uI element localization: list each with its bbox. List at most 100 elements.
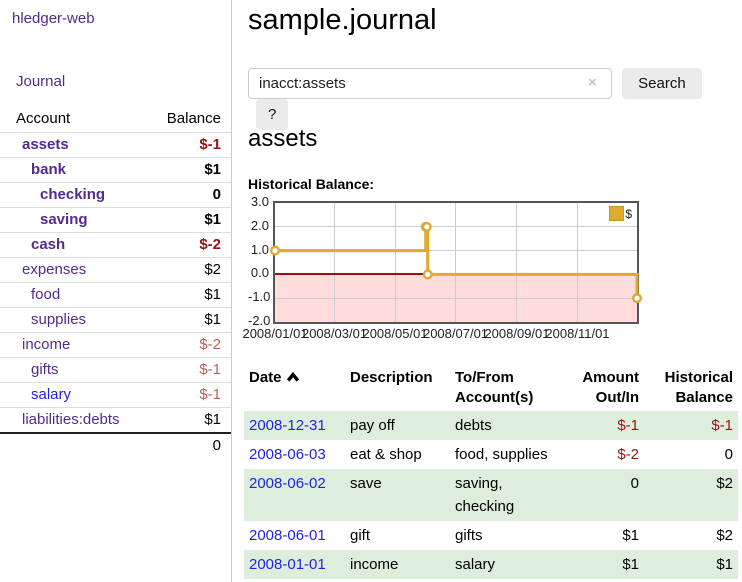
account-balance: $-1: [143, 383, 231, 408]
account-link-checking[interactable]: checking: [40, 186, 105, 203]
account-balance: $-2: [143, 233, 231, 258]
account-link-income[interactable]: income: [22, 336, 70, 353]
register-header-description: Description: [345, 365, 450, 411]
register-header-amount: Amount Out/In: [568, 365, 644, 411]
legend-swatch-icon: [609, 206, 624, 221]
accounts-header-line1: To/From: [455, 368, 563, 388]
accounts-header-account: Account: [0, 106, 143, 133]
search-button[interactable]: Search: [622, 68, 702, 99]
account-row-gifts: gifts $-1: [0, 358, 231, 383]
x-axis-tick-label: 2008/03/01: [302, 326, 367, 341]
transaction-accounts: food, supplies: [450, 440, 568, 469]
transaction-accounts: saving, checking: [450, 469, 568, 521]
register-header-accounts: To/From Account(s): [450, 365, 568, 411]
transaction-date-link[interactable]: 2008-06-02: [249, 475, 326, 492]
account-link-supplies[interactable]: supplies: [31, 311, 86, 328]
account-link-cash[interactable]: cash: [31, 236, 65, 253]
register-header-date[interactable]: Date: [244, 365, 345, 411]
y-axis-tick-label: 1.0: [248, 242, 269, 257]
transaction-description: pay off: [345, 411, 450, 440]
transaction-date-link[interactable]: 2008-06-03: [249, 446, 326, 463]
account-balance: $1: [143, 158, 231, 183]
transaction-balance: $2: [644, 469, 738, 521]
x-axis-tick-label: 2008/11/01: [545, 326, 609, 341]
chart-title: Historical Balance:: [248, 176, 742, 192]
sidebar-item-journal[interactable]: Journal: [16, 73, 231, 90]
transaction-accounts: gifts: [450, 521, 568, 550]
help-button[interactable]: ?: [256, 99, 288, 130]
transaction-row: 2008-06-03 eat & shop food, supplies $-2…: [244, 440, 738, 469]
transaction-amount: $-2: [568, 440, 644, 469]
balance-header-line2: Balance: [649, 388, 733, 408]
accounts-total-value: 0: [143, 433, 231, 458]
transaction-row: 2008-06-02 save saving, checking 0 $2: [244, 469, 738, 521]
accounts-header-balance: Balance: [143, 106, 231, 133]
x-axis-tick-label: 2008/09/01: [484, 326, 549, 341]
transaction-date-link[interactable]: 2008-01-01: [249, 556, 326, 573]
chart-data-point: [424, 271, 432, 279]
account-balance: $-2: [143, 333, 231, 358]
transaction-row: 2008-12-31 pay off debts $-1 $-1: [244, 411, 738, 440]
transaction-description: save: [345, 469, 450, 521]
register-header-row: Date Description To/From Account(s) Amou…: [244, 365, 738, 411]
account-row-income: income $-2: [0, 333, 231, 358]
main-content: sample.journal × Search ? assets Histori…: [232, 0, 742, 582]
account-balance: $1: [143, 283, 231, 308]
account-row-expenses: expenses $2: [0, 258, 231, 283]
y-axis-tick-label: 2.0: [248, 218, 269, 233]
brand-link[interactable]: hledger-web: [12, 10, 231, 27]
account-heading: assets: [248, 125, 742, 153]
account-link-food[interactable]: food: [31, 286, 60, 303]
chart-data-point: [423, 223, 431, 231]
account-row-supplies: supplies $1: [0, 308, 231, 333]
y-axis-tick-label: 0.0: [248, 265, 269, 280]
chart-data-point: [633, 294, 641, 302]
account-row-saving: saving $1: [0, 208, 231, 233]
page-title: sample.journal: [248, 4, 742, 37]
sidebar: hledger-web Journal Account Balance asse…: [0, 0, 232, 582]
transaction-description: eat & shop: [345, 440, 450, 469]
transaction-date-link[interactable]: 2008-12-31: [249, 417, 326, 434]
account-link-liabilities-debts[interactable]: liabilities:debts: [22, 411, 120, 428]
account-link-expenses[interactable]: expenses: [22, 261, 86, 278]
transaction-balance: 0: [644, 440, 738, 469]
balance-chart: $ 3.02.01.00.0-1.0-2.02008/01/012008/03/…: [248, 201, 742, 346]
date-header-label: Date: [249, 369, 282, 386]
accounts-table: Account Balance assets $-1 bank $1 check…: [0, 106, 231, 458]
account-row-checking: checking 0: [0, 183, 231, 208]
chart-series: [275, 203, 637, 322]
accounts-header-line2: Account(s): [455, 388, 563, 408]
account-row-salary: salary $-1: [0, 383, 231, 408]
search-input[interactable]: [248, 68, 612, 99]
account-row-liabilities-debts: liabilities:debts $1: [0, 408, 231, 434]
accounts-total-row: 0: [0, 433, 231, 458]
amount-header-line2: Out/In: [573, 388, 639, 408]
account-balance: $1: [143, 308, 231, 333]
y-axis-tick-label: 3.0: [248, 194, 269, 209]
account-link-saving[interactable]: saving: [40, 211, 88, 228]
account-balance: $2: [143, 258, 231, 283]
account-link-salary[interactable]: salary: [31, 386, 71, 403]
amount-header-line1: Amount: [573, 368, 639, 388]
account-link-assets[interactable]: assets: [22, 136, 69, 153]
x-axis-tick-label: 2008/05/01: [362, 326, 427, 341]
account-link-bank[interactable]: bank: [31, 161, 66, 178]
register-header-balance: Historical Balance: [644, 365, 738, 411]
transaction-balance: $2: [644, 521, 738, 550]
transaction-date-link[interactable]: 2008-06-01: [249, 527, 326, 544]
transaction-accounts: debts: [450, 411, 568, 440]
transaction-amount: 0: [568, 469, 644, 521]
y-axis-tick-label: -1.0: [248, 289, 269, 304]
account-link-gifts[interactable]: gifts: [31, 361, 59, 378]
legend-label: $: [625, 207, 632, 221]
account-row-cash: cash $-2: [0, 233, 231, 258]
clear-search-icon[interactable]: ×: [588, 74, 597, 92]
transaction-balance: $1: [644, 550, 738, 579]
x-axis-tick-label: 2008/01/01: [242, 326, 307, 341]
x-axis-tick-label: 2008/07/01: [423, 326, 488, 341]
account-row-assets: assets $-1: [0, 133, 231, 158]
account-balance: $-1: [143, 358, 231, 383]
search-form: × Search ?: [248, 68, 742, 100]
account-balance: 0: [143, 183, 231, 208]
transaction-row: 2008-01-01 income salary $1 $1: [244, 550, 738, 579]
